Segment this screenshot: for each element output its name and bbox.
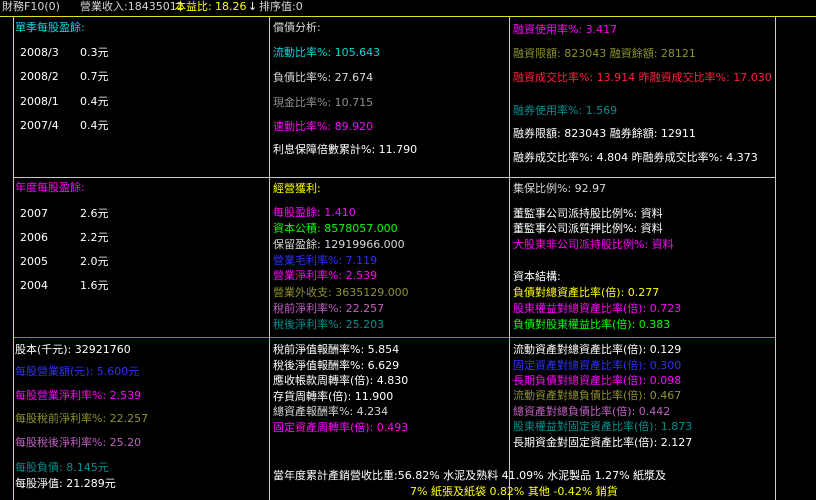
quarterly-value: 0.3元 <box>80 46 109 59</box>
title-bar: 財務F10(0) 營業收入:18435012 本益比: 18.26 ↓ 排序值:… <box>0 0 816 15</box>
grid-v2 <box>509 17 510 500</box>
capital-reserve: 資本公積: 8578057.000 <box>273 222 398 235</box>
op-income-per-share: 每股營業淨利率%: 2.539 <box>15 389 142 402</box>
directors-pledge: 董監事公司派質押比例%: 資料 <box>513 222 663 235</box>
short-limit: 融券限額: 823043 融券餘額: 12911 <box>513 127 696 140</box>
debt-to-asset: 負債對總資產比率(倍): 0.277 <box>513 286 660 299</box>
operating-margin: 營業淨利率%: 2.539 <box>273 269 378 282</box>
directors-holding: 董監事公司派持股比例%: 資料 <box>513 207 663 220</box>
lt-capital-to-fixed: 長期資金對固定資產比率(倍): 2.127 <box>513 436 693 449</box>
annual-value: 2.6元 <box>80 207 109 220</box>
margin-trade-ratio: 融資成交比率%: 13.914 昨融資成交比率%: 17.030 <box>513 71 772 84</box>
quarterly-period: 2007/4 <box>20 119 59 132</box>
quick-ratio: 速動比率%: 89.920 <box>273 120 374 133</box>
annual-value: 2.2元 <box>80 231 109 244</box>
ar-turnover: 應收帳款周轉率(倍): 4.830 <box>273 374 409 387</box>
product-mix-line-1: 當年度累計產銷營收比重:56.82% 水泥及熟料 41.09% 水泥製品 1.2… <box>273 469 667 482</box>
total-assets-to-liab: 總資產對總負債比率(倍): 0.442 <box>513 405 671 418</box>
pe-label: 本益比: <box>175 0 212 13</box>
aftertax-margin: 稅後淨利率%: 25.203 <box>273 318 385 331</box>
grid-v3 <box>775 17 776 500</box>
quarterly-period: 2008/1 <box>20 95 59 108</box>
cash-ratio: 現金比率%: 10.715 <box>273 96 374 109</box>
current-to-total-assets: 流動資產對總資產比率(倍): 0.129 <box>513 343 682 356</box>
inventory-turnover: 存貨周轉率(倍): 11.900 <box>273 390 394 403</box>
nav-per-share: 每股淨值: 21.289元 <box>15 477 116 490</box>
grid-v1 <box>269 17 270 500</box>
grid-v0 <box>13 17 14 500</box>
aftertax-per-share: 每股稅後淨利率%: 25.20 <box>15 436 142 449</box>
annual-value: 2.0元 <box>80 255 109 268</box>
fixed-to-total-assets: 固定資產對總資產比率(倍): 0.300 <box>513 359 682 372</box>
grid-h1 <box>13 177 775 178</box>
annual-period: 2005 <box>20 255 48 268</box>
annual-value: 1.6元 <box>80 279 109 292</box>
pretax-roe: 稅前淨值報酬率%: 5.854 <box>273 343 400 356</box>
interest-cover: 利息保障倍數累計%: 11.790 <box>273 143 418 156</box>
quarterly-period: 2008/3 <box>20 46 59 59</box>
debt-to-equity: 負債對股東權益比率(倍): 0.383 <box>513 318 671 331</box>
lt-liab-to-total-assets: 長期負債對總資產比率(倍): 0.098 <box>513 374 682 387</box>
major-holder: 大股東非公司派持股比例%: 資料 <box>513 238 674 251</box>
quarterly-value: 0.4元 <box>80 95 109 108</box>
equity-to-asset: 股東權益對總資產比率(倍): 0.723 <box>513 302 682 315</box>
grid-h2 <box>13 337 775 338</box>
sort-arrow-icon[interactable]: ↓ <box>248 0 257 14</box>
current-ratio: 流動比率%: 105.643 <box>273 46 381 59</box>
quarterly-value: 0.4元 <box>80 119 109 132</box>
revenue-per-share: 每股營業額(元): 5.600元 <box>15 365 140 378</box>
title-underline <box>0 16 816 17</box>
collateral-ratio: 集保比例%: 92.97 <box>513 182 607 195</box>
eps: 每股盈餘: 1.410 <box>273 206 356 219</box>
current-to-total-liab: 流動資產對總負債比率(倍): 0.467 <box>513 389 682 402</box>
aftertax-roe: 稅後淨值報酬率%: 6.629 <box>273 359 400 372</box>
pretax-per-share: 每股稅前淨利率%: 22.257 <box>15 412 149 425</box>
quarterly-eps-title: 單季每股盈餘: <box>15 21 85 34</box>
non-operating: 營業外收支: 3635129.000 <box>273 286 409 299</box>
revenue-label: 營業收入:18435012 <box>80 0 184 13</box>
margin-usage: 融資使用率%: 3.417 <box>513 23 618 36</box>
short-trade-ratio: 融券成交比率%: 4.804 昨融券成交比率%: 4.373 <box>513 151 758 164</box>
short-usage: 融券使用率%: 1.569 <box>513 104 618 117</box>
operating-title: 經營獲利: <box>273 182 321 195</box>
annual-period: 2006 <box>20 231 48 244</box>
capital-structure-title: 資本結構: <box>513 270 561 283</box>
fixed-asset-turnover: 固定資產周轉率(倍): 0.493 <box>273 421 409 434</box>
debt-analysis-title: 償債分析: <box>273 21 321 34</box>
quarterly-value: 0.7元 <box>80 70 109 83</box>
annual-period: 2007 <box>20 207 48 220</box>
product-mix-line-2: 7% 紙張及紙袋 0.82% 其他 -0.42% 銷貨 <box>410 485 618 498</box>
app-title: 財務F10(0) <box>2 0 60 13</box>
rank-label: 排序值:0 <box>259 0 303 13</box>
pe-value: 18.26 <box>215 0 247 13</box>
annual-eps-title: 年度每股盈餘: <box>15 181 85 194</box>
margin-limit: 融資限額: 823043 融資餘額: 28121 <box>513 47 696 60</box>
quarterly-period: 2008/2 <box>20 70 59 83</box>
debt-ratio: 負債比率%: 27.674 <box>273 71 374 84</box>
share-capital: 股本(千元): 32921760 <box>15 343 131 356</box>
gross-margin: 營業毛利率%: 7.119 <box>273 254 378 267</box>
annual-period: 2004 <box>20 279 48 292</box>
retained-earnings: 保留盈餘: 12919966.000 <box>273 238 405 251</box>
equity-to-fixed: 股東權益對固定資產比率(倍): 1.873 <box>513 420 693 433</box>
liability-per-share: 每股負債: 8.145元 <box>15 461 109 474</box>
roa: 總資產報酬率%: 4.234 <box>273 405 389 418</box>
pretax-margin: 稅前淨利率%: 22.257 <box>273 302 385 315</box>
